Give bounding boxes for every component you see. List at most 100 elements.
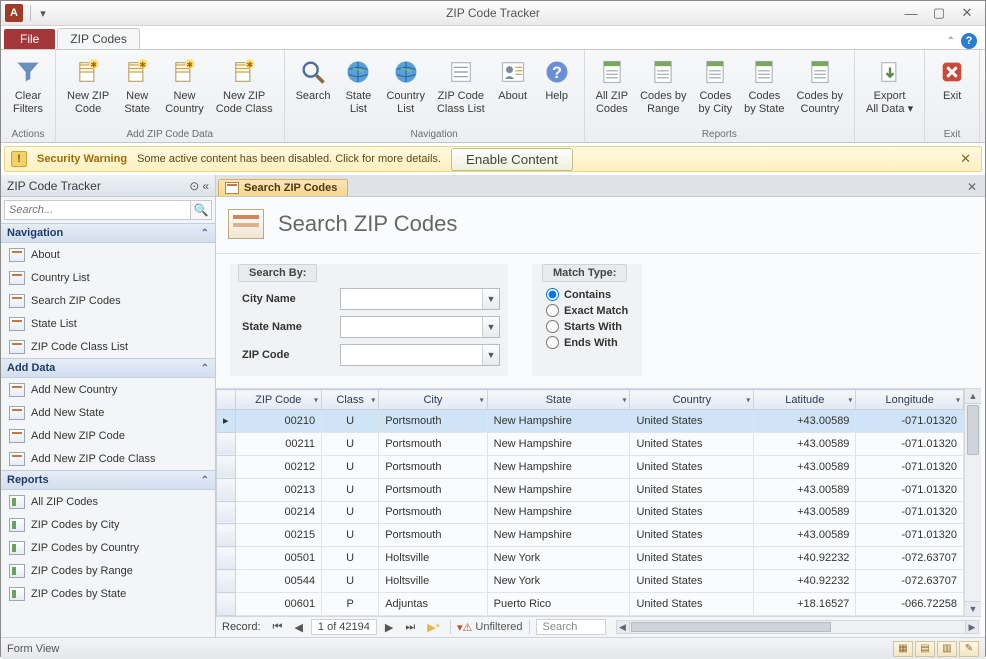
nav-item[interactable]: ZIP Codes by Range xyxy=(1,559,215,582)
record-position[interactable]: 1 of 42194 xyxy=(311,619,377,635)
row-selector[interactable] xyxy=(217,455,236,478)
scroll-down-icon[interactable]: ▼ xyxy=(965,601,981,616)
nav-item[interactable]: ZIP Code Class List xyxy=(1,335,215,358)
table-row[interactable]: 00215UPortsmouthNew HampshireUnited Stat… xyxy=(217,524,964,547)
table-cell[interactable]: United States xyxy=(630,501,754,524)
column-header[interactable]: Country▾ xyxy=(630,390,754,410)
table-cell[interactable]: -071.01320 xyxy=(856,455,964,478)
row-selector[interactable] xyxy=(217,432,236,455)
table-row[interactable]: 00544UHoltsvilleNew YorkUnited States+40… xyxy=(217,570,964,593)
city-name-combo[interactable]: ▼ xyxy=(340,288,500,310)
scroll-thumb[interactable] xyxy=(967,405,979,455)
table-cell[interactable]: New Hampshire xyxy=(487,432,630,455)
column-header[interactable]: ZIP Code▾ xyxy=(235,390,322,410)
scroll-right-icon[interactable]: ▶ xyxy=(965,621,978,633)
table-cell[interactable]: U xyxy=(322,547,379,570)
table-cell[interactable]: 00544 xyxy=(235,570,322,593)
row-selector[interactable] xyxy=(217,547,236,570)
table-cell[interactable]: +43.00589 xyxy=(754,478,856,501)
nav-item[interactable]: Add New Country xyxy=(1,378,215,401)
nav-item[interactable]: Add New ZIP Code Class xyxy=(1,447,215,470)
ribbon-button[interactable]: ✱New State xyxy=(116,52,158,128)
table-row[interactable]: ▸00210UPortsmouthNew HampshireUnited Sta… xyxy=(217,410,964,433)
row-selector[interactable] xyxy=(217,524,236,547)
table-cell[interactable]: United States xyxy=(630,410,754,433)
table-cell[interactable]: -071.01320 xyxy=(856,501,964,524)
column-header[interactable]: City▾ xyxy=(379,390,487,410)
nav-item[interactable]: ZIP Codes by City xyxy=(1,513,215,536)
row-selector[interactable] xyxy=(217,570,236,593)
table-cell[interactable]: Portsmouth xyxy=(379,501,487,524)
row-selector[interactable]: ▸ xyxy=(217,410,236,433)
ribbon-button[interactable]: Exit xyxy=(931,52,973,128)
table-cell[interactable]: +43.00589 xyxy=(754,524,856,547)
security-close-icon[interactable]: ✕ xyxy=(956,151,975,167)
first-record-button[interactable]: ⏮ xyxy=(269,621,287,634)
table-cell[interactable]: Portsmouth xyxy=(379,432,487,455)
table-cell[interactable]: 00213 xyxy=(235,478,322,501)
ribbon-button[interactable]: Codes by Range xyxy=(635,52,691,128)
document-tab[interactable]: Search ZIP Codes xyxy=(218,179,348,196)
ribbon-minimize-icon[interactable]: ⌃ xyxy=(947,36,955,47)
match-option[interactable]: Ends With xyxy=(546,336,628,349)
table-row[interactable]: 00212UPortsmouthNew HampshireUnited Stat… xyxy=(217,455,964,478)
table-cell[interactable]: +18.16527 xyxy=(754,593,856,616)
table-cell[interactable]: United States xyxy=(630,432,754,455)
table-cell[interactable]: United States xyxy=(630,478,754,501)
nav-item[interactable]: State List xyxy=(1,312,215,335)
table-cell[interactable]: Holtsville xyxy=(379,547,487,570)
table-cell[interactable]: +40.92232 xyxy=(754,570,856,593)
help-icon[interactable]: ? xyxy=(961,33,977,49)
enable-content-button[interactable]: Enable Content xyxy=(451,148,573,171)
form-view-button[interactable]: ▦ xyxy=(893,641,913,657)
table-row[interactable]: 00601PAdjuntasPuerto RicoUnited States+1… xyxy=(217,593,964,616)
column-filter-icon[interactable]: ▾ xyxy=(746,395,750,404)
state-name-combo[interactable]: ▼ xyxy=(340,316,500,338)
ribbon-button[interactable]: ?Help xyxy=(536,52,578,128)
ribbon-button[interactable]: Codes by State xyxy=(739,52,789,128)
table-row[interactable]: 00211UPortsmouthNew HampshireUnited Stat… xyxy=(217,432,964,455)
scroll-up-icon[interactable]: ▲ xyxy=(965,389,981,404)
column-filter-icon[interactable]: ▾ xyxy=(314,395,318,404)
match-option[interactable]: Exact Match xyxy=(546,304,628,317)
table-cell[interactable]: -071.01320 xyxy=(856,478,964,501)
table-cell[interactable]: New York xyxy=(487,547,630,570)
table-cell[interactable]: New Hampshire xyxy=(487,478,630,501)
ribbon-button[interactable]: ✱New Country xyxy=(160,52,209,128)
table-cell[interactable]: Portsmouth xyxy=(379,410,487,433)
next-record-button[interactable]: ▶ xyxy=(381,621,397,634)
table-cell[interactable]: 00601 xyxy=(235,593,322,616)
table-cell[interactable]: New Hampshire xyxy=(487,410,630,433)
row-selector[interactable] xyxy=(217,593,236,616)
navpane-dropdown-icon[interactable]: ⊙ xyxy=(189,179,199,193)
table-cell[interactable]: U xyxy=(322,570,379,593)
table-cell[interactable]: -072.63707 xyxy=(856,547,964,570)
table-cell[interactable]: New Hampshire xyxy=(487,524,630,547)
ribbon-button[interactable]: Clear Filters xyxy=(7,52,49,128)
nav-item[interactable]: All ZIP Codes xyxy=(1,490,215,513)
filter-status[interactable]: ▾⚠Unfiltered xyxy=(457,621,522,634)
column-header[interactable]: State▾ xyxy=(487,390,630,410)
table-cell[interactable]: +43.00589 xyxy=(754,455,856,478)
column-filter-icon[interactable]: ▾ xyxy=(956,395,960,404)
nav-section-header[interactable]: Navigation⌃ xyxy=(1,223,215,243)
ribbon-button[interactable]: Codes by Country xyxy=(792,52,848,128)
table-cell[interactable]: U xyxy=(322,478,379,501)
nav-section-header[interactable]: Reports⌃ xyxy=(1,470,215,490)
table-cell[interactable]: U xyxy=(322,455,379,478)
ribbon-button[interactable]: ZIP Code Class List xyxy=(432,52,490,128)
table-cell[interactable]: Holtsville xyxy=(379,570,487,593)
record-search-input[interactable]: Search xyxy=(536,619,606,635)
ribbon-button[interactable]: Export All Data ▾ xyxy=(861,52,918,139)
table-row[interactable]: 00213UPortsmouthNew HampshireUnited Stat… xyxy=(217,478,964,501)
table-cell[interactable]: 00214 xyxy=(235,501,322,524)
navpane-search-button[interactable]: 🔍 xyxy=(190,200,212,220)
nav-item[interactable]: Add New ZIP Code xyxy=(1,424,215,447)
design-view-button[interactable]: ✎ xyxy=(959,641,979,657)
qat-customize-icon[interactable]: ▾ xyxy=(34,4,52,22)
file-tab[interactable]: File xyxy=(4,29,55,49)
table-cell[interactable]: 00211 xyxy=(235,432,322,455)
horizontal-scrollbar[interactable]: ◀ ▶ xyxy=(616,620,980,634)
table-cell[interactable]: +40.92232 xyxy=(754,547,856,570)
table-cell[interactable]: Portsmouth xyxy=(379,455,487,478)
